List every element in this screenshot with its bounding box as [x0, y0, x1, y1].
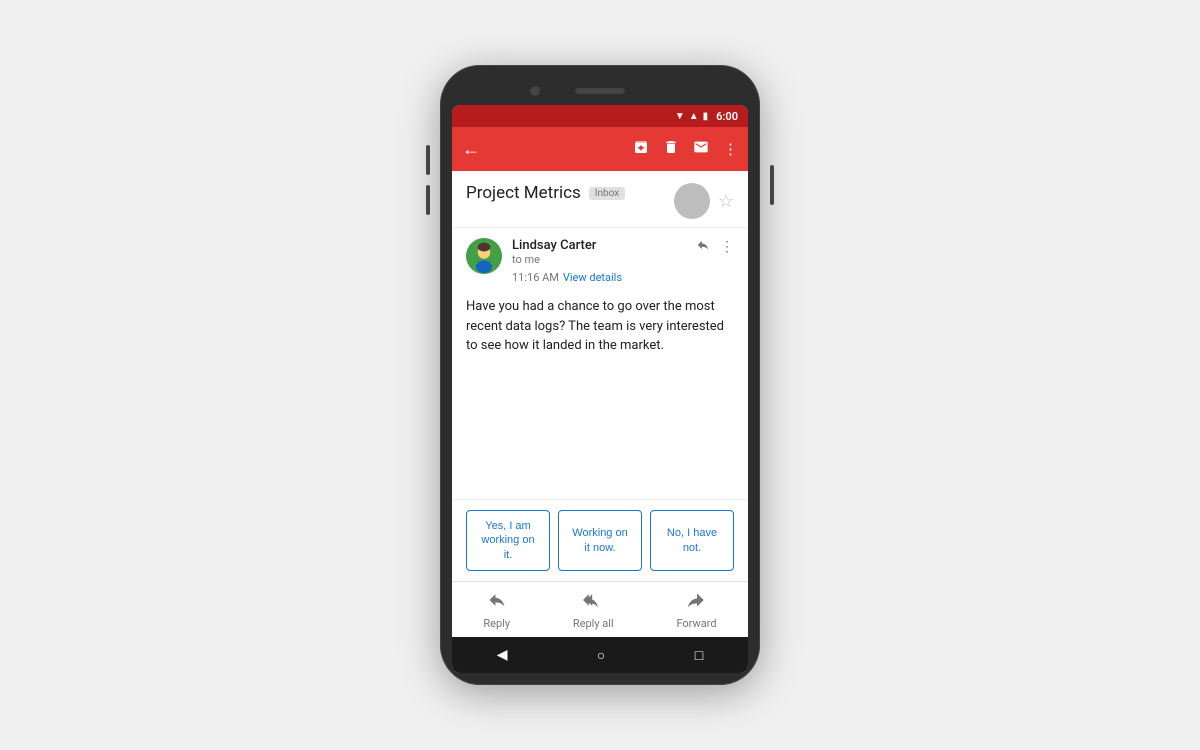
email-toolbar: ← ⋮: [452, 127, 748, 171]
email-header-right: ☆: [674, 183, 734, 219]
sender-time-row: 11:16 AM View details: [512, 266, 696, 285]
email-subject-area: Project Metrics Inbox: [466, 183, 625, 203]
sender-avatar: [466, 238, 502, 274]
phone-frame: ▼ ▲ ▮ 6:00 ←: [440, 65, 760, 685]
front-camera: [530, 86, 540, 96]
delete-button[interactable]: [663, 139, 679, 159]
sender-to: to me: [512, 253, 696, 266]
view-details-link[interactable]: View details: [563, 271, 622, 284]
sender-name: Lindsay Carter: [512, 238, 696, 253]
signal-icon: ▲: [689, 111, 699, 122]
smart-reply-1[interactable]: Yes, I am working on it.: [466, 510, 550, 571]
back-button[interactable]: ←: [462, 139, 480, 160]
reply-all-label: Reply all: [573, 617, 614, 630]
email-header: Project Metrics Inbox ☆: [452, 171, 748, 228]
toolbar-actions: ⋮: [633, 139, 738, 159]
status-icons: ▼ ▲ ▮ 6:00: [675, 110, 738, 123]
reply-icon: [487, 590, 507, 615]
smart-replies-area: Yes, I am working on it. Working on it n…: [452, 499, 748, 581]
nav-recent-button[interactable]: □: [695, 647, 703, 664]
phone-screen: ▼ ▲ ▮ 6:00 ←: [452, 105, 748, 673]
bottom-action-bar: Reply Reply all Forward: [452, 581, 748, 637]
speaker-grille: [575, 88, 625, 94]
sender-actions: ⋮: [696, 238, 734, 256]
subject-text: Project Metrics: [466, 183, 581, 203]
wifi-icon: ▼: [675, 111, 685, 122]
contact-avatar: [674, 183, 710, 219]
power-button: [770, 165, 774, 205]
volume-button-1: [426, 145, 430, 175]
archive-button[interactable]: [633, 139, 649, 159]
reply-button[interactable]: Reply: [483, 590, 510, 630]
smart-reply-3[interactable]: No, I have not.: [650, 510, 734, 571]
android-nav-bar: ◀ ○ □: [452, 637, 748, 673]
reply-all-icon: [583, 590, 603, 615]
smart-reply-2[interactable]: Working on it now.: [558, 510, 642, 571]
battery-icon: ▮: [703, 111, 709, 122]
email-content: Lindsay Carter to me 11:16 AM View detai…: [452, 228, 748, 499]
forward-icon: [687, 590, 707, 615]
more-options-button[interactable]: ⋮: [723, 140, 738, 158]
volume-button-2: [426, 185, 430, 215]
status-bar: ▼ ▲ ▮ 6:00: [452, 105, 748, 127]
sender-row: Lindsay Carter to me 11:16 AM View detai…: [452, 228, 748, 285]
email-body: Have you had a chance to go over the mos…: [452, 285, 748, 368]
status-time: 6:00: [716, 110, 738, 123]
send-time: 11:16 AM: [512, 271, 559, 284]
forward-button[interactable]: Forward: [676, 590, 716, 630]
nav-home-button[interactable]: ○: [597, 647, 605, 664]
inbox-badge: Inbox: [589, 187, 625, 200]
quick-reply-icon[interactable]: [696, 238, 710, 256]
reply-label: Reply: [483, 617, 510, 630]
sender-more-button[interactable]: ⋮: [720, 239, 734, 255]
star-button[interactable]: ☆: [718, 191, 734, 212]
nav-back-button[interactable]: ◀: [497, 647, 508, 663]
mail-button[interactable]: [693, 139, 709, 159]
sender-info: Lindsay Carter to me 11:16 AM View detai…: [512, 238, 696, 285]
phone-top-bar: [452, 77, 748, 105]
forward-label: Forward: [676, 617, 716, 630]
reply-all-button[interactable]: Reply all: [573, 590, 614, 630]
email-subject: Project Metrics Inbox: [466, 183, 625, 203]
